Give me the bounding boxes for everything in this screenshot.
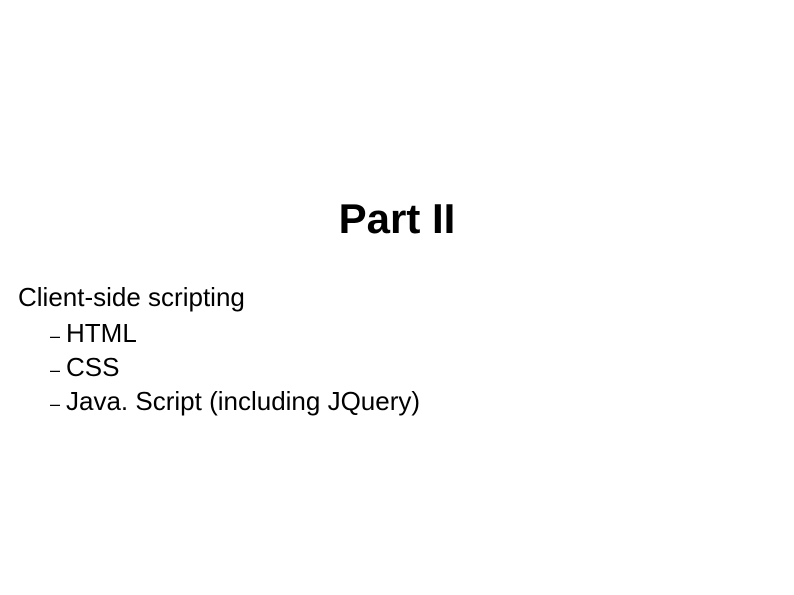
list-item-label: CSS <box>66 351 119 385</box>
bullet-dash: – <box>50 359 60 382</box>
section-heading: Client-side scripting <box>18 282 420 313</box>
list-item: – CSS <box>50 351 420 385</box>
list-item-label: Java. Script (including JQuery) <box>66 385 420 419</box>
slide-title: Part II <box>0 195 794 243</box>
slide-content: Client-side scripting – HTML – CSS – Jav… <box>18 282 420 418</box>
list-item: – HTML <box>50 317 420 351</box>
list-item: – Java. Script (including JQuery) <box>50 385 420 419</box>
bullet-dash: – <box>50 393 60 416</box>
bullet-dash: – <box>50 325 60 348</box>
list-item-label: HTML <box>66 317 137 351</box>
